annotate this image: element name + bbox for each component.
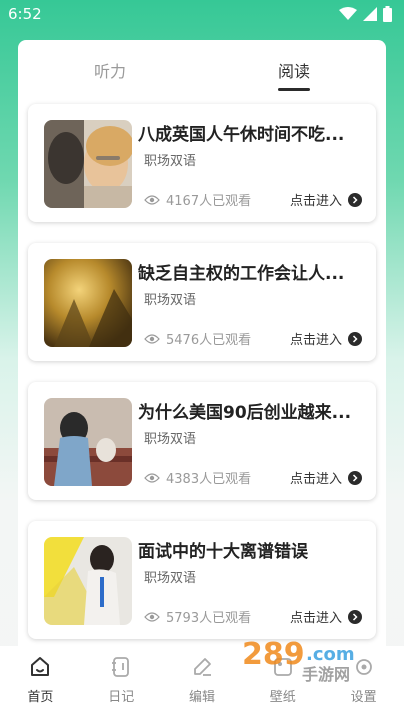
svg-text:289: 289 bbox=[242, 637, 305, 672]
article-card[interactable]: 缺乏自主权的工作会让人... 职场双语 5476人已观看 点击进入 bbox=[28, 243, 376, 361]
article-thumbnail bbox=[44, 120, 132, 208]
status-bar: 6:52 bbox=[0, 0, 404, 28]
nav-item-home[interactable]: 首页 bbox=[0, 646, 81, 718]
enter-label[interactable]: 点击进入 bbox=[290, 329, 342, 348]
tab-reading[interactable]: 阅读 bbox=[202, 40, 386, 100]
tab-listening[interactable]: 听力 bbox=[18, 40, 202, 100]
article-title[interactable]: 八成英国人午休时间不吃... bbox=[138, 120, 368, 145]
battery-icon bbox=[383, 6, 392, 22]
article-view-count: 5793人已观看 bbox=[166, 611, 252, 626]
status-time: 6:52 bbox=[8, 5, 42, 23]
article-category: 职场双语 bbox=[144, 293, 197, 308]
chevron-right-icon[interactable] bbox=[348, 609, 362, 624]
article-views: 5476人已观看 bbox=[144, 329, 251, 348]
article-views: 5793人已观看 bbox=[144, 607, 251, 626]
svg-text:.com: .com bbox=[306, 644, 355, 665]
status-icons bbox=[339, 6, 392, 22]
signal-icon bbox=[363, 7, 377, 21]
article-views: 4167人已观看 bbox=[144, 190, 251, 209]
tab-indicator bbox=[278, 88, 310, 91]
enter-button[interactable]: 点击进入 bbox=[290, 607, 362, 626]
chevron-right-icon[interactable] bbox=[348, 331, 362, 346]
article-title[interactable]: 缺乏自主权的工作会让人... bbox=[138, 259, 368, 284]
article-views: 4383人已观看 bbox=[144, 468, 251, 487]
article-title[interactable]: 为什么美国90后创业越来... bbox=[138, 398, 368, 423]
enter-button[interactable]: 点击进入 bbox=[290, 329, 362, 348]
article-category: 职场双语 bbox=[144, 154, 197, 169]
chevron-right-icon[interactable] bbox=[348, 470, 362, 485]
edit-icon[interactable] bbox=[191, 656, 213, 678]
tab-bar: 听力 阅读 bbox=[18, 40, 386, 100]
home-icon[interactable] bbox=[29, 656, 51, 678]
article-card[interactable]: 面试中的十大离谱错误 职场双语 5793人已观看 点击进入 bbox=[28, 521, 376, 639]
article-card[interactable]: 八成英国人午休时间不吃... 职场双语 4167人已观看 点击进入 bbox=[28, 104, 376, 222]
eye-icon bbox=[144, 333, 160, 344]
enter-button[interactable]: 点击进入 bbox=[290, 468, 362, 487]
article-card[interactable]: 为什么美国90后创业越来... 职场双语 4383人已观看 点击进入 bbox=[28, 382, 376, 500]
article-title[interactable]: 面试中的十大离谱错误 bbox=[138, 537, 368, 562]
nav-label[interactable]: 日记 bbox=[108, 686, 134, 705]
content-panel: 听力 阅读 八成英国人午休时间不吃... 职场双语 4167人已观看 点击进入 … bbox=[18, 40, 386, 660]
nav-label[interactable]: 设置 bbox=[351, 686, 377, 705]
nav-label[interactable]: 壁纸 bbox=[270, 686, 296, 705]
nav-item-diary[interactable]: 日记 bbox=[81, 646, 162, 718]
enter-button[interactable]: 点击进入 bbox=[290, 190, 362, 209]
article-thumbnail bbox=[44, 537, 132, 625]
article-category: 职场双语 bbox=[144, 571, 197, 586]
eye-icon bbox=[144, 472, 160, 483]
article-thumbnail bbox=[44, 259, 132, 347]
watermark-logo: 289 .com 手游网 bbox=[242, 637, 355, 684]
enter-label[interactable]: 点击进入 bbox=[290, 607, 342, 626]
article-view-count: 4167人已观看 bbox=[166, 194, 252, 209]
svg-text:手游网: 手游网 bbox=[302, 665, 350, 684]
notebook-icon[interactable] bbox=[110, 656, 132, 678]
article-thumbnail bbox=[44, 398, 132, 486]
article-category: 职场双语 bbox=[144, 432, 197, 447]
enter-label[interactable]: 点击进入 bbox=[290, 468, 342, 487]
article-view-count: 4383人已观看 bbox=[166, 472, 252, 487]
chevron-right-icon[interactable] bbox=[348, 192, 362, 207]
wifi-icon bbox=[339, 7, 357, 20]
eye-icon bbox=[144, 194, 160, 205]
enter-label[interactable]: 点击进入 bbox=[290, 190, 342, 209]
nav-label[interactable]: 编辑 bbox=[189, 686, 215, 705]
eye-icon bbox=[144, 611, 160, 622]
nav-label[interactable]: 首页 bbox=[27, 686, 53, 705]
article-view-count: 5476人已观看 bbox=[166, 333, 252, 348]
nav-item-edit[interactable]: 编辑 bbox=[162, 646, 243, 718]
